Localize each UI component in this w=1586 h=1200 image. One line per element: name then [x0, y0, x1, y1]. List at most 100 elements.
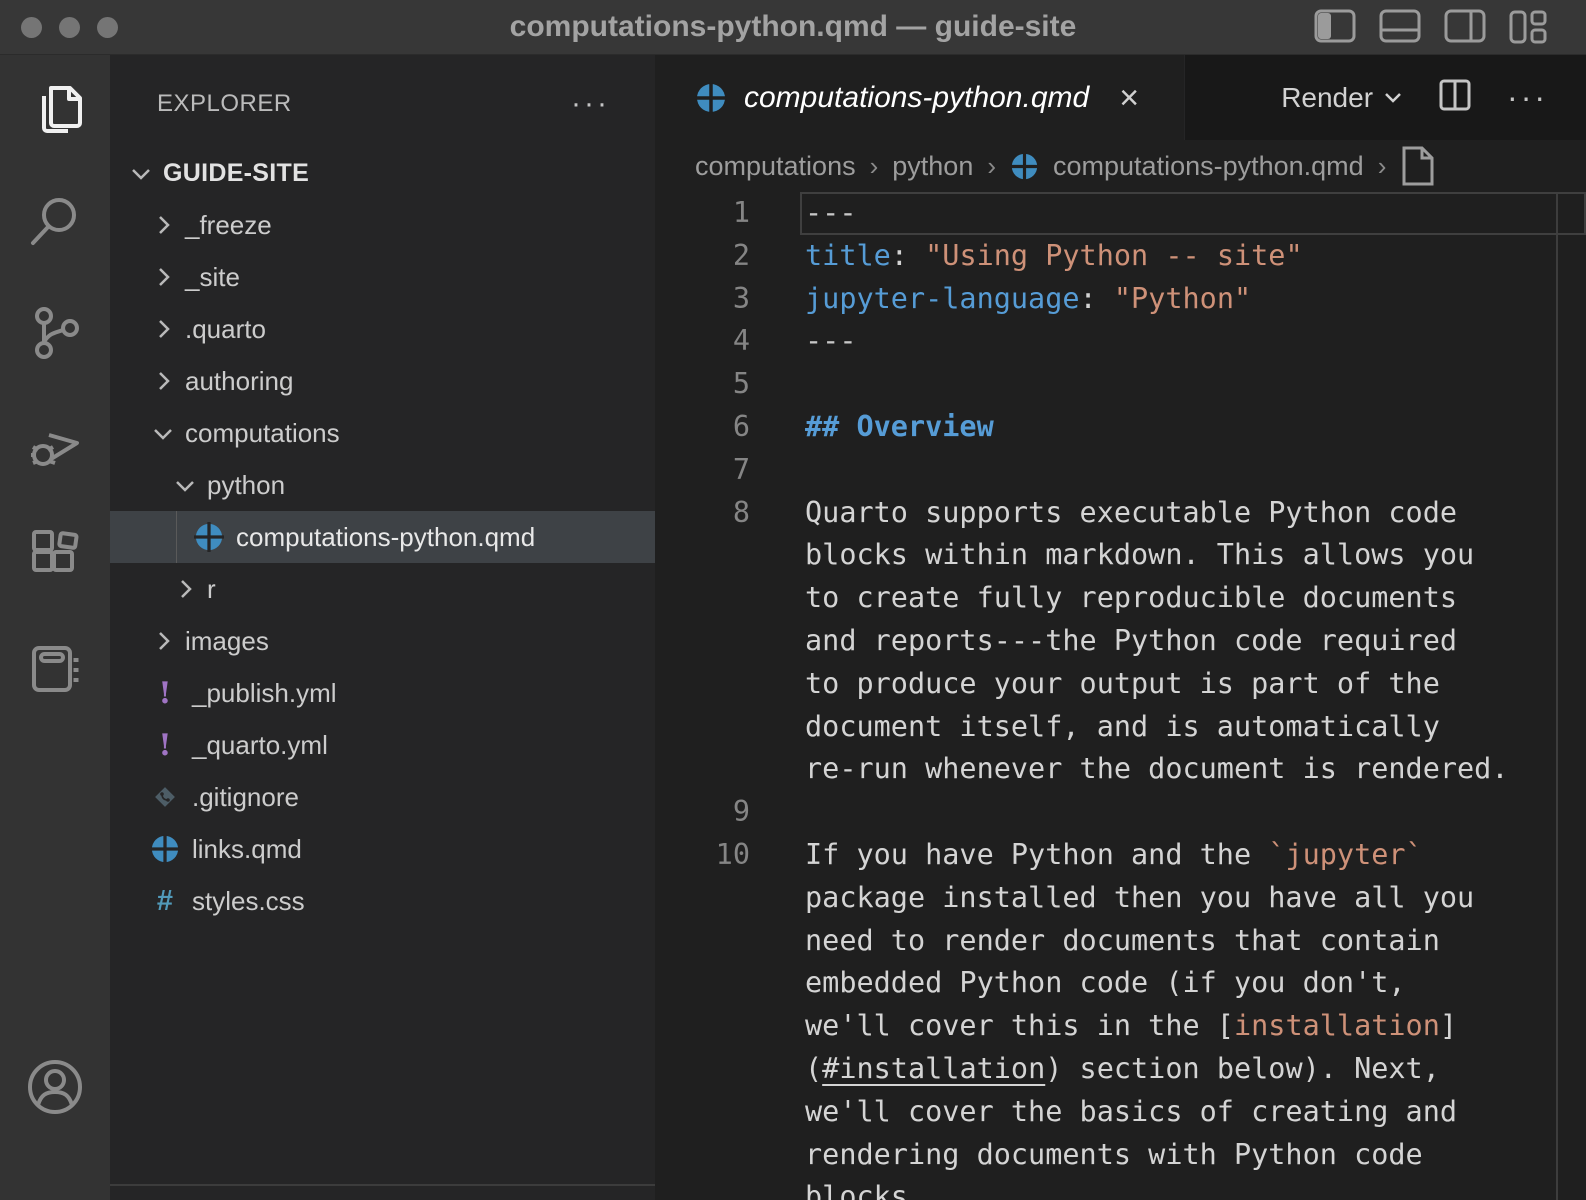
- line-number[interactable]: 7: [655, 449, 750, 492]
- code-line-1[interactable]: 1---: [655, 192, 1586, 235]
- line-number[interactable]: [655, 962, 750, 1005]
- tree-item-r[interactable]: r: [110, 563, 655, 615]
- code-line-8-wrap-3[interactable]: and reports---the Python code required: [655, 620, 1586, 663]
- line-number[interactable]: [655, 920, 750, 963]
- code-line-10-wrap-1[interactable]: package installed then you have all you: [655, 877, 1586, 920]
- tree-item--publish-yml[interactable]: !_publish.yml: [110, 667, 655, 719]
- tree-item-links-qmd[interactable]: links.qmd: [110, 823, 655, 875]
- code-line-2[interactable]: 2title: "Using Python -- site": [655, 235, 1586, 278]
- tree-item-computations[interactable]: computations: [110, 407, 655, 459]
- code-line-8[interactable]: 8Quarto supports executable Python code: [655, 492, 1586, 535]
- sidebar-item-extensions[interactable]: [0, 503, 110, 615]
- tree-item-label: images: [185, 626, 269, 657]
- breadcrumb-item-0[interactable]: computations: [695, 151, 856, 182]
- code-line-5[interactable]: 5: [655, 363, 1586, 406]
- line-number[interactable]: 2: [655, 235, 750, 278]
- render-button[interactable]: Render: [1281, 82, 1403, 114]
- line-number[interactable]: [655, 1176, 750, 1200]
- line-number[interactable]: 8: [655, 492, 750, 535]
- sidebar-item-explorer[interactable]: [0, 55, 110, 167]
- code-line-10-wrap-7[interactable]: rendering documents with Python code: [655, 1134, 1586, 1177]
- tree-item--quarto[interactable]: .quarto: [110, 303, 655, 355]
- minimize-button[interactable]: [59, 17, 80, 38]
- tree-item-images[interactable]: images: [110, 615, 655, 667]
- line-number[interactable]: [655, 577, 750, 620]
- line-number[interactable]: 4: [655, 320, 750, 363]
- code-text: we'll cover the basics of creating and: [780, 1091, 1586, 1134]
- tree-item--gitignore[interactable]: .gitignore: [110, 771, 655, 823]
- breadcrumb-item-2[interactable]: computations-python.qmd: [1053, 151, 1364, 182]
- toggle-primary-sidebar-icon[interactable]: [1313, 8, 1357, 46]
- code-line-10[interactable]: 10If you have Python and the `jupyter`: [655, 834, 1586, 877]
- line-number[interactable]: [655, 877, 750, 920]
- tree-item--site[interactable]: _site: [110, 251, 655, 303]
- tab-bar: computations-python.qmd × Render ···: [655, 55, 1586, 140]
- line-number[interactable]: [655, 1005, 750, 1048]
- tree-item--freeze[interactable]: _freeze: [110, 199, 655, 251]
- chevron-down-icon: [172, 472, 198, 498]
- line-number[interactable]: [655, 1134, 750, 1177]
- accounts-button[interactable]: [0, 1033, 110, 1145]
- line-number[interactable]: 3: [655, 278, 750, 321]
- line-number[interactable]: [655, 534, 750, 577]
- code-line-8-wrap-5[interactable]: document itself, and is automatically: [655, 706, 1586, 749]
- code-text: blocks within markdown. This allows you: [780, 534, 1586, 577]
- code-line-6[interactable]: 6 ## Overview: [655, 406, 1586, 449]
- code-text: ## Overview: [780, 406, 1586, 449]
- code-text: [780, 449, 1586, 492]
- code-line-10-wrap-3[interactable]: embedded Python code (if you don't,: [655, 962, 1586, 1005]
- line-number[interactable]: 10: [655, 834, 750, 877]
- file-tree: GUIDE-SITE_freeze_site.quartoauthoringco…: [110, 147, 655, 927]
- code-line-8-wrap-2[interactable]: to create fully reproducible documents: [655, 577, 1586, 620]
- explorer-more-actions[interactable]: ···: [571, 87, 610, 121]
- line-number[interactable]: [655, 663, 750, 706]
- split-editor-icon[interactable]: [1437, 77, 1473, 118]
- code-line-3[interactable]: 3jupyter-language: "Python": [655, 278, 1586, 321]
- line-number[interactable]: [655, 748, 750, 791]
- breadcrumb-item-1[interactable]: python: [892, 151, 973, 182]
- code-line-10-wrap-6[interactable]: we'll cover the basics of creating and: [655, 1091, 1586, 1134]
- toggle-panel-icon[interactable]: [1378, 8, 1422, 46]
- code-line-10-wrap-5[interactable]: (#installation) section below). Next,: [655, 1048, 1586, 1091]
- code-line-8-wrap-1[interactable]: blocks within markdown. This allows you: [655, 534, 1586, 577]
- code-line-7[interactable]: 7: [655, 449, 1586, 492]
- tree-item-computations-python-qmd[interactable]: computations-python.qmd: [110, 511, 655, 563]
- line-number[interactable]: 6: [655, 406, 750, 449]
- sidebar-item-search[interactable]: [0, 167, 110, 279]
- tab-computations-python[interactable]: computations-python.qmd ×: [655, 55, 1185, 140]
- sidebar-item-notebook[interactable]: [0, 615, 110, 727]
- tree-item-guide-site[interactable]: GUIDE-SITE: [110, 147, 655, 199]
- code-line-10-wrap-2[interactable]: need to render documents that contain: [655, 920, 1586, 963]
- line-number[interactable]: [655, 706, 750, 749]
- code-line-10-wrap-4[interactable]: we'll cover this in the [installation]: [655, 1005, 1586, 1048]
- tree-item--quarto-yml[interactable]: !_quarto.yml: [110, 719, 655, 771]
- code-line-10-wrap-8[interactable]: blocks.: [655, 1176, 1586, 1200]
- editor-more-actions[interactable]: ···: [1507, 79, 1548, 116]
- code-line-8-wrap-4[interactable]: to produce your output is part of the: [655, 663, 1586, 706]
- code-line-8-wrap-6[interactable]: re-run whenever the document is rendered…: [655, 748, 1586, 791]
- customize-layout-icon[interactable]: [1508, 8, 1548, 46]
- tree-item-styles-css[interactable]: #styles.css: [110, 875, 655, 927]
- line-number[interactable]: 9: [655, 791, 750, 834]
- line-number[interactable]: [655, 1048, 750, 1091]
- tab-label: computations-python.qmd: [744, 81, 1089, 115]
- yaml-icon: !: [158, 728, 171, 763]
- line-number[interactable]: [655, 1091, 750, 1134]
- code-text: to produce your output is part of the: [780, 663, 1586, 706]
- close-icon[interactable]: ×: [1119, 81, 1139, 115]
- sidebar-item-run-debug[interactable]: [0, 391, 110, 503]
- tree-item-python[interactable]: python: [110, 459, 655, 511]
- toggle-secondary-sidebar-icon[interactable]: [1443, 8, 1487, 46]
- code-line-4[interactable]: 4---: [655, 320, 1586, 363]
- line-number[interactable]: [655, 620, 750, 663]
- code-line-9[interactable]: 9: [655, 791, 1586, 834]
- code-editor[interactable]: 1---2title: "Using Python -- site"3jupyt…: [655, 192, 1586, 1200]
- tree-item-authoring[interactable]: authoring: [110, 355, 655, 407]
- line-number[interactable]: 1: [655, 192, 750, 235]
- outline-section-header[interactable]: OUTLINE: [110, 1184, 655, 1200]
- line-number[interactable]: 5: [655, 363, 750, 406]
- zoom-button[interactable]: [97, 17, 118, 38]
- tree-item-label: styles.css: [192, 886, 305, 917]
- close-button[interactable]: [21, 17, 42, 38]
- sidebar-item-source-control[interactable]: [0, 279, 110, 391]
